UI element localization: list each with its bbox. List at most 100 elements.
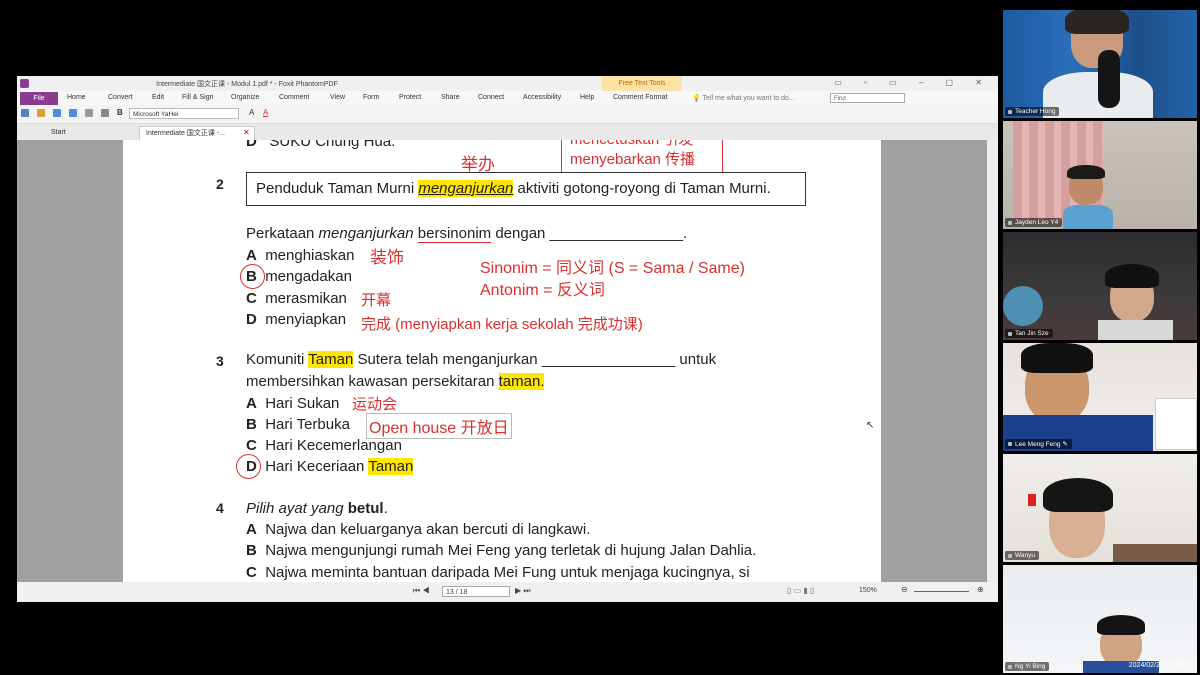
menu-fill-sign[interactable]: Fill & Sign (182, 94, 214, 101)
zoom-out-icon[interactable]: ⊖ (901, 585, 908, 594)
menu-connect[interactable]: Connect (478, 94, 504, 101)
view-mode-icons[interactable]: ▯ ▭ ▮ ▯ (787, 586, 814, 595)
page-number-input[interactable]: 13 / 18 (442, 586, 510, 597)
annotation-kaimu: 开幕 (361, 292, 392, 309)
option-letter: B (246, 268, 257, 285)
menu-view[interactable]: View (330, 94, 345, 101)
participant-name: Wanyu (1005, 551, 1039, 560)
option-letter: D (246, 458, 257, 475)
q3-l2-pre: membersihkan kawasan persekitaran (246, 373, 499, 390)
participant-name: Jayden Leo Y4 (1005, 218, 1063, 227)
zoom-in-icon[interactable]: ⊕ (977, 585, 984, 594)
menu-edit[interactable]: Edit (152, 94, 164, 101)
window-controls[interactable]: ▭ ▫ ▭ – ▢ ✕ (834, 78, 992, 87)
quick-toolbar: B Microsoft YaHei A A (17, 105, 998, 124)
q2-statement-box: Penduduk Taman Murni menganjurkan aktivi… (246, 172, 806, 206)
option-letter: A (246, 247, 257, 264)
print-icon[interactable] (85, 109, 93, 117)
file-menu[interactable]: File (20, 92, 58, 105)
menu-protect[interactable]: Protect (399, 94, 421, 101)
q4-option-c: C Najwa meminta bantuan daripada Mei Fun… (246, 564, 750, 581)
participant-hair (1097, 615, 1145, 635)
q3-l1-pre: Komuniti (246, 351, 309, 368)
participant-video-jayden[interactable]: Jayden Leo Y4 (1003, 121, 1197, 229)
option-text: Hari Kecemerlangan (265, 437, 402, 454)
prev-option-letter: D (246, 140, 257, 150)
q2-option-d: D menyiapkan (246, 311, 346, 328)
q3-l2-highlight: taman. (498, 373, 545, 390)
bottle (1155, 398, 1197, 450)
participant-video-ng-yi-bing[interactable]: Ng Yi Bing 2024/02/27 21:50:14 (1003, 565, 1197, 673)
q2-q-word3: dengan ________________. (491, 225, 688, 242)
q3-option-c: C Hari Kecemerlangan (246, 437, 402, 454)
redo-icon[interactable] (69, 109, 77, 117)
title-bar: Intermediate 国文正课 - Modul 1.pdf * - Foxi… (17, 76, 998, 91)
font-color-icon[interactable]: A (263, 108, 268, 117)
participant-name: Tan Jin Sze (1005, 329, 1053, 338)
participant-name-text: Lee Meng Feng (1015, 441, 1061, 448)
menu-comment[interactable]: Comment (279, 94, 309, 101)
bold-icon[interactable]: B (117, 108, 123, 117)
q4-option-a: A Najwa dan keluarganya akan bercuti di … (246, 521, 590, 538)
q3-line1: Komuniti Taman Sutera telah menganjurkan… (246, 351, 716, 368)
question-number: 4 (216, 500, 224, 516)
menu-share[interactable]: Share (441, 94, 460, 101)
hand-tool-icon[interactable] (101, 109, 109, 117)
zoom-level[interactable]: 150% (859, 587, 877, 594)
menu-organize[interactable]: Organize (231, 94, 259, 101)
participant-video-lee-meng-feng[interactable]: Lee Meng Feng ✎ (1003, 343, 1197, 451)
tab-start[interactable]: Start (45, 126, 137, 140)
option-letter: D (246, 311, 257, 328)
participant-name: Ng Yi Bing (1005, 662, 1050, 671)
close-tab-icon[interactable]: ✕ (243, 128, 250, 137)
participant-video-tan-jin-sze[interactable]: Tan Jin Sze (1003, 232, 1197, 340)
option-text: menghiaskan (265, 247, 355, 264)
participant-video-wanyu[interactable]: Wanyu (1003, 454, 1197, 562)
find-input[interactable]: Find (830, 93, 905, 103)
annotation-wancheng: 完成 (menyiapkan kerja sekolah 完成功课) (361, 316, 643, 333)
option-text: Hari Sukan (265, 395, 340, 412)
q3-line2: membersihkan kawasan persekitaran taman. (246, 373, 545, 390)
option-letter: C (246, 437, 257, 454)
participant-hair (1067, 165, 1105, 179)
font-size-icon[interactable]: A (249, 108, 254, 117)
menu-comment-format[interactable]: Comment Format (613, 94, 667, 101)
q4-prompt-italic: Pilih ayat yang (246, 500, 348, 517)
q4-prompt-bold: betul (347, 500, 384, 517)
menu-form[interactable]: Form (363, 94, 379, 101)
first-page-icon[interactable]: ⏮ ◀ (413, 586, 430, 596)
menu-convert[interactable]: Convert (108, 94, 133, 101)
q2-option-a: A menghiaskan (246, 247, 354, 264)
annotation-antonim: Antonim = 反义词 (480, 282, 605, 299)
tab-intermediate-doc[interactable]: Intermediate 国文正课 -... (139, 126, 255, 140)
status-bar: ⏮ ◀ 13 / 18 ▶ ⏭ ▯ ▭ ▮ ▯ 150% ⊖ ⊕ (17, 582, 998, 602)
annotation-open-house: Open house 开放日 (366, 413, 512, 439)
zoom-slider[interactable] (914, 591, 969, 592)
free-text-tools-tab[interactable]: Free Text Tools (602, 76, 682, 91)
participant-hair (1043, 478, 1113, 512)
participant-video-teacher-hong[interactable]: Teacher Hong (1003, 10, 1197, 118)
menu-home[interactable]: Home (67, 94, 86, 101)
prev-option-text: SUKU Chung Hua. (269, 140, 396, 150)
save-icon[interactable] (21, 109, 29, 117)
annotation-yundonghui: 运动会 (352, 396, 398, 413)
q3-option-a: A Hari Sukan (246, 395, 339, 412)
tell-me-box[interactable]: 💡 Tell me what you want to do... (692, 94, 795, 102)
option-letter: A (246, 395, 257, 412)
question-number: 2 (216, 176, 224, 192)
q2-q-word1: Perkataan (246, 225, 319, 242)
menu-help[interactable]: Help (580, 94, 594, 101)
q4-prompt-end: . (383, 500, 388, 517)
menu-accessibility[interactable]: Accessibility (523, 94, 561, 101)
document-tabs: Start Intermediate 国文正课 -... ✕ (17, 124, 998, 140)
undo-icon[interactable] (53, 109, 61, 117)
open-icon[interactable] (37, 109, 45, 117)
option-text: Hari Keceriaan (265, 458, 369, 475)
font-family-select[interactable]: Microsoft YaHei (129, 108, 239, 119)
mouse-cursor-icon: ↖ (866, 420, 875, 431)
vertical-scrollbar[interactable] (987, 140, 998, 582)
next-page-icon[interactable]: ▶ ⏭ (515, 586, 531, 596)
q2-option-c: C merasmikan (246, 290, 347, 307)
q2-q-italic: menganjurkan (318, 225, 414, 242)
q4-prompt: Pilih ayat yang betul. (246, 500, 388, 517)
